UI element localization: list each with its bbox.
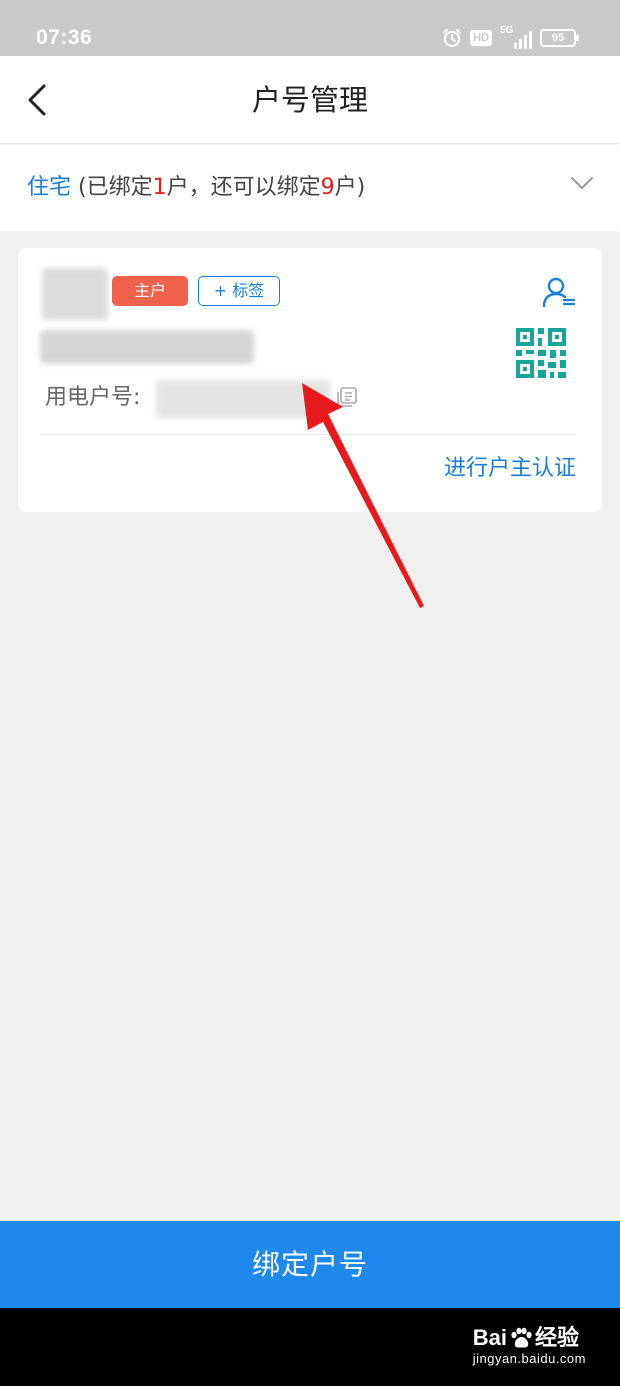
account-type-selector[interactable]: 住宅 (已绑定1户，还可以绑定9户)	[0, 145, 620, 231]
card-divider	[42, 434, 576, 435]
watermark-url: jingyan.baidu.com	[472, 1351, 586, 1366]
page-title: 户号管理	[251, 83, 368, 117]
verify-owner-link[interactable]: 进行户主认证	[444, 452, 576, 486]
status-time: 07:36	[36, 26, 93, 49]
account-card: 主户 + 标签 用电户号: 进行户主认证	[18, 248, 602, 512]
network-label: 5G	[500, 25, 514, 36]
account-number-value	[156, 380, 330, 418]
hd-badge: HD	[470, 30, 492, 46]
bound-text-mid: 户，还可以绑定	[166, 175, 321, 200]
user-profile-icon[interactable]	[542, 276, 576, 308]
status-icons: HD 5G 95	[442, 25, 579, 50]
bound-text-close: 户)	[334, 175, 366, 200]
battery-icon: 95	[540, 29, 579, 47]
alarm-icon	[443, 29, 462, 47]
watermark-brand-text: Bai	[472, 1325, 507, 1350]
bound-text-open: (已绑定	[78, 175, 153, 200]
bind-account-button[interactable]: 绑定户号	[0, 1221, 620, 1308]
owner-badge: 主户	[112, 276, 188, 306]
remaining-count: 9	[320, 175, 335, 200]
avatar	[42, 268, 108, 320]
watermark-brand-suffix: 经验	[534, 1325, 579, 1350]
copy-icon[interactable]	[336, 386, 358, 408]
watermark-brand: Bai 经验	[473, 1326, 586, 1350]
qr-code-icon[interactable]	[516, 328, 566, 378]
account-type-name: 住宅	[27, 175, 72, 200]
baidu-jingyan-watermark: Bai 经验 jingyan.baidu.com	[473, 1326, 586, 1368]
battery-level: 95	[551, 32, 565, 44]
signal-icon: 5G	[500, 25, 532, 49]
paw-icon	[511, 1327, 532, 1348]
bound-count: 1	[152, 175, 167, 200]
signal-bars	[514, 31, 532, 49]
chevron-down-icon[interactable]	[570, 175, 594, 191]
account-type-summary: 住宅 (已绑定1户，还可以绑定9户)	[27, 171, 365, 205]
status-bar: 07:36 HD 5G 95	[0, 0, 620, 56]
add-tag-button[interactable]: + 标签	[198, 276, 280, 306]
account-number-label: 用电户号:	[45, 385, 141, 410]
nav-header: 户号管理	[0, 56, 620, 144]
account-holder-name	[40, 330, 254, 364]
